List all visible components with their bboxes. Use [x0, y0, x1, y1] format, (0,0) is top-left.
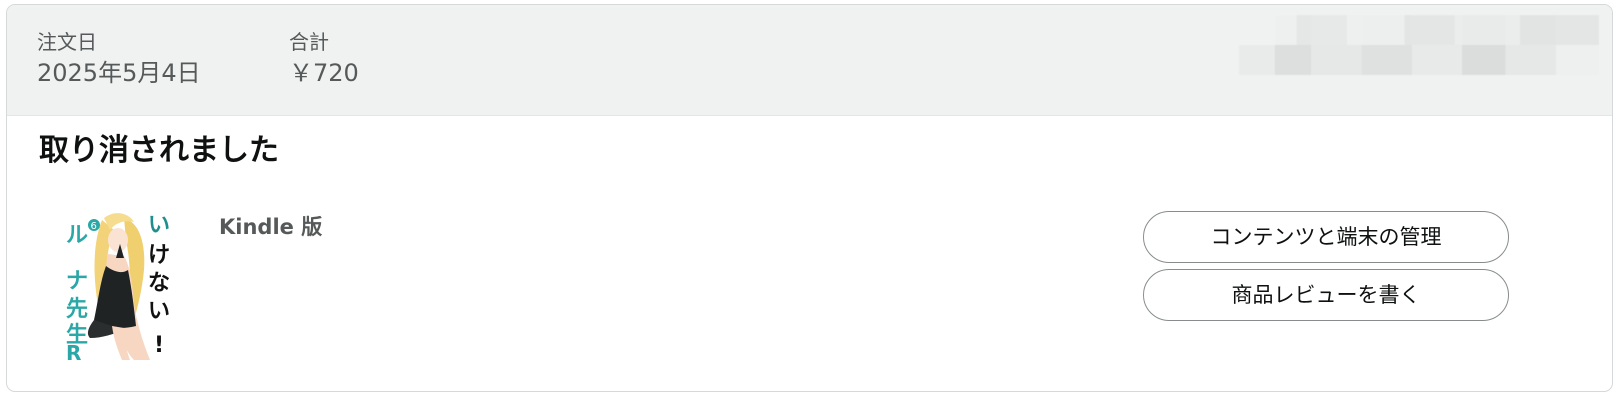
- redacted-order-info: [1239, 15, 1599, 75]
- order-total-label: 合計: [289, 30, 329, 54]
- order-card: 注文日 2025年5月4日 合計 ￥720 取り消されました ル ナ 先 生 R…: [6, 4, 1613, 392]
- order-date-label: 注文日: [37, 30, 97, 54]
- book-cover-image[interactable]: ル ナ 先 生 R い け な い ! 6: [64, 210, 174, 362]
- svg-text:ル: ル: [66, 223, 88, 248]
- svg-text:!: !: [154, 333, 164, 358]
- order-status-title: 取り消されました: [39, 133, 279, 168]
- order-date: 注文日 2025年5月4日: [37, 29, 201, 89]
- svg-text:6: 6: [91, 221, 97, 232]
- svg-text:ナ: ナ: [66, 269, 88, 294]
- svg-text:な: な: [148, 271, 170, 296]
- svg-text:先: 先: [66, 297, 88, 322]
- svg-text:い: い: [148, 299, 170, 324]
- order-date-value: 2025年5月4日: [37, 59, 201, 87]
- write-review-button[interactable]: 商品レビューを書く: [1143, 269, 1509, 321]
- svg-text:R: R: [66, 341, 81, 362]
- order-total-value: ￥720: [289, 59, 359, 87]
- svg-text:い: い: [148, 213, 170, 238]
- item-format-label[interactable]: Kindle 版: [219, 213, 322, 241]
- manage-content-devices-button[interactable]: コンテンツと端末の管理: [1143, 211, 1509, 263]
- order-total: 合計 ￥720: [289, 29, 359, 89]
- svg-text:け: け: [148, 243, 170, 268]
- order-header: 注文日 2025年5月4日 合計 ￥720: [7, 5, 1612, 116]
